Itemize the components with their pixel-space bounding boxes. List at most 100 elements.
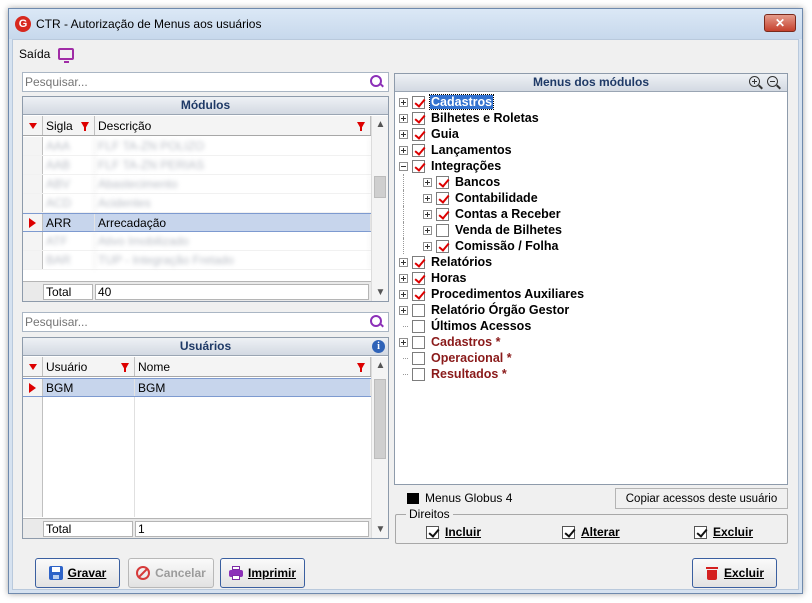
tree-node[interactable]: Lançamentos — [399, 142, 785, 158]
expand-icon[interactable] — [423, 177, 432, 187]
table-row[interactable]: AAB FLF TA-ZN PERIAS — [23, 156, 371, 175]
tree-node[interactable]: Procedimentos Auxiliares — [399, 286, 785, 302]
expand-icon[interactable] — [423, 225, 432, 235]
scroll-down-icon[interactable]: ▼ — [372, 284, 389, 301]
checkbox-checked-icon[interactable] — [436, 239, 449, 253]
table-row[interactable]: BAR TUP - Integração Fretado — [23, 251, 371, 270]
table-row[interactable]: ABV Abastecimento — [23, 175, 371, 194]
expand-icon[interactable] — [399, 97, 408, 107]
dropdown-icon[interactable] — [28, 122, 37, 129]
expand-icon[interactable] — [399, 145, 408, 155]
cancelar-button[interactable]: Cancelar — [128, 558, 214, 588]
scroll-thumb[interactable] — [374, 176, 386, 198]
tree-node[interactable]: Cadastros * — [399, 334, 785, 350]
zoom-in-icon[interactable] — [749, 76, 763, 90]
incluir-checkbox[interactable]: Incluir — [426, 525, 481, 539]
monitor-icon[interactable] — [58, 48, 75, 63]
excluir-checkbox[interactable]: Excluir — [694, 525, 753, 539]
search-icon[interactable] — [370, 75, 384, 89]
copy-access-button[interactable]: Copiar acessos deste usuário — [615, 488, 788, 509]
usuarios-scrollbar[interactable]: ▲ ▼ — [371, 357, 388, 538]
gravar-button[interactable]: Gravar — [35, 558, 120, 588]
checkbox-unchecked-icon[interactable] — [412, 335, 425, 349]
alterar-checkbox[interactable]: Alterar — [562, 525, 620, 539]
expand-icon[interactable] — [399, 305, 408, 315]
modulos-search-input[interactable] — [23, 73, 370, 91]
checkbox-unchecked-icon[interactable] — [412, 367, 425, 381]
title-bar[interactable]: G CTR - Autorização de Menus aos usuário… — [9, 9, 802, 39]
column-header-descricao[interactable]: Descrição — [95, 116, 371, 135]
excluir-button[interactable]: Excluir — [692, 558, 777, 588]
scroll-down-icon[interactable]: ▼ — [372, 521, 389, 538]
expand-icon[interactable] — [399, 257, 408, 267]
checkbox-unchecked-icon[interactable] — [436, 223, 449, 237]
checkbox-checked-icon[interactable] — [412, 287, 425, 301]
expand-icon[interactable] — [399, 337, 408, 347]
checkbox-checked-icon[interactable] — [436, 175, 449, 189]
tree-node[interactable]: Horas — [399, 270, 785, 286]
scroll-up-icon[interactable]: ▲ — [372, 116, 389, 133]
table-row[interactable]: BGM BGM — [23, 378, 371, 397]
close-button[interactable]: ✕ — [764, 14, 796, 32]
expand-icon[interactable] — [399, 273, 408, 283]
usuarios-search-input[interactable] — [23, 313, 370, 331]
imprimir-button[interactable]: Imprimir — [220, 558, 305, 588]
tree-node[interactable]: Contas a Receber — [399, 206, 785, 222]
filter-icon[interactable] — [121, 363, 129, 372]
column-header-usuario[interactable]: Usuário — [43, 357, 135, 376]
checkbox-checked-icon[interactable] — [694, 525, 707, 539]
checkbox-checked-icon[interactable] — [412, 143, 425, 157]
scroll-up-icon[interactable]: ▲ — [372, 357, 389, 374]
checkbox-checked-icon[interactable] — [412, 127, 425, 141]
checkbox-unchecked-icon[interactable] — [412, 319, 425, 333]
expand-icon[interactable] — [423, 241, 432, 251]
tree-node[interactable]: Relatório Órgão Gestor — [399, 302, 785, 318]
modulos-scrollbar[interactable]: ▲ ▼ — [371, 116, 388, 301]
tree-node[interactable]: Cadastros — [399, 94, 785, 110]
checkbox-checked-icon[interactable] — [436, 191, 449, 205]
filter-icon[interactable] — [81, 122, 89, 131]
tree-node[interactable]: Integrações — [399, 158, 785, 174]
filter-icon[interactable] — [357, 122, 365, 131]
column-header-sigla[interactable]: Sigla — [43, 116, 95, 135]
expand-icon[interactable] — [423, 209, 432, 219]
dropdown-icon[interactable] — [28, 363, 37, 370]
filter-icon[interactable] — [357, 363, 365, 372]
tree-node[interactable]: Venda de Bilhetes — [399, 222, 785, 238]
tree-node[interactable]: Bilhetes e Roletas — [399, 110, 785, 126]
checkbox-checked-icon[interactable] — [412, 159, 425, 173]
tree-node[interactable]: Bancos — [399, 174, 785, 190]
checkbox-checked-icon[interactable] — [412, 111, 425, 125]
checkbox-checked-icon[interactable] — [562, 525, 575, 539]
table-row[interactable]: ATF Ativo Imobilizado — [23, 232, 371, 251]
info-icon[interactable]: i — [372, 340, 385, 353]
checkbox-checked-icon[interactable] — [412, 255, 425, 269]
scroll-thumb[interactable] — [374, 379, 386, 459]
tree-node[interactable]: Guia — [399, 126, 785, 142]
search-icon[interactable] — [370, 315, 384, 329]
tree-node[interactable]: Contabilidade — [399, 190, 785, 206]
table-row[interactable]: ARR Arrecadação — [23, 213, 371, 232]
column-header-nome[interactable]: Nome — [135, 357, 371, 376]
expand-icon[interactable] — [423, 193, 432, 203]
expand-icon[interactable] — [399, 289, 408, 299]
zoom-out-icon[interactable] — [767, 76, 781, 90]
tree-node[interactable]: Relatórios — [399, 254, 785, 270]
checkbox-unchecked-icon[interactable] — [412, 303, 425, 317]
checkbox-checked-icon[interactable] — [436, 207, 449, 221]
collapse-icon[interactable] — [399, 161, 408, 171]
cell-sigla: AAB — [43, 156, 95, 174]
expand-icon[interactable] — [399, 113, 408, 123]
checkbox-checked-icon[interactable] — [412, 95, 425, 109]
tree-node[interactable]: Resultados * — [399, 366, 785, 382]
checkbox-checked-icon[interactable] — [426, 525, 439, 539]
checkbox-unchecked-icon[interactable] — [412, 351, 425, 365]
menu-saida[interactable]: Saída — [19, 47, 50, 61]
checkbox-checked-icon[interactable] — [412, 271, 425, 285]
expand-icon[interactable] — [399, 129, 408, 139]
tree-node[interactable]: Comissão / Folha — [399, 238, 785, 254]
tree-node[interactable]: Últimos Acessos — [399, 318, 785, 334]
table-row[interactable]: ACD Acidentes — [23, 194, 371, 213]
tree-node[interactable]: Operacional * — [399, 350, 785, 366]
table-row[interactable]: AAA FLF TA-ZN POLIZO — [23, 137, 371, 156]
